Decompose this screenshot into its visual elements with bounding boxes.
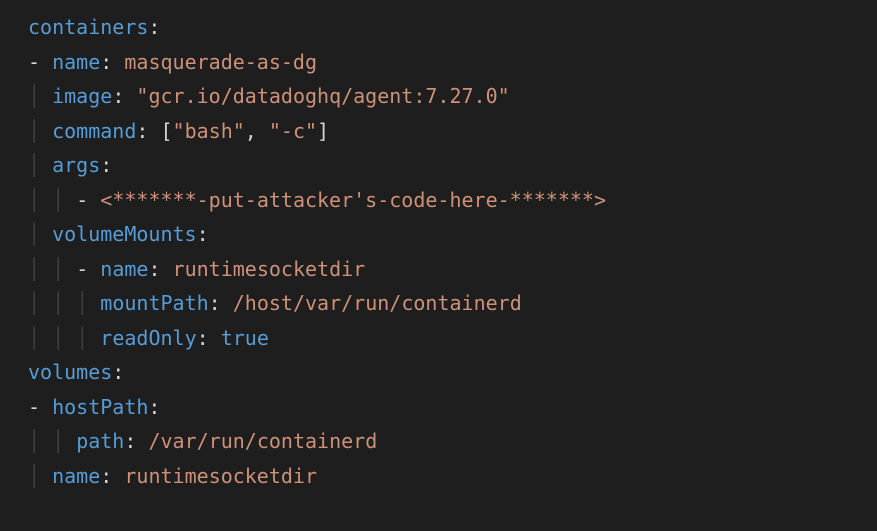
key-containers: containers bbox=[28, 15, 148, 39]
key-volumeMounts: volumeMounts bbox=[52, 222, 197, 246]
value-image: "gcr.io/datadoghq/agent:7.27.0" bbox=[136, 84, 509, 108]
value-arg-0: <*******-put-attacker's-code-here-******… bbox=[100, 188, 606, 212]
line: - hostPath: bbox=[28, 395, 160, 419]
line: │ │ - name: runtimesocketdir bbox=[28, 257, 365, 281]
line: │ │ │ readOnly: true bbox=[28, 326, 269, 350]
key-command: command bbox=[52, 119, 136, 143]
value-vol-name: runtimesocketdir bbox=[124, 464, 317, 488]
line: │ │ - <*******-put-attacker's-code-here-… bbox=[28, 188, 606, 212]
value-container-name: masquerade-as-dg bbox=[124, 50, 317, 74]
line: │ args: bbox=[28, 153, 112, 177]
value-command-0: "bash" bbox=[173, 119, 245, 143]
key-image: image bbox=[52, 84, 112, 108]
value-hostPath-path: /var/run/containerd bbox=[148, 429, 377, 453]
line: │ command: ["bash", "-c"] bbox=[28, 119, 329, 143]
line: volumes: bbox=[28, 360, 124, 384]
key-name: name bbox=[52, 50, 100, 74]
key-vol-name: name bbox=[52, 464, 100, 488]
key-args: args bbox=[52, 153, 100, 177]
key-volumes: volumes bbox=[28, 360, 112, 384]
line: │ │ │ mountPath: /host/var/run/container… bbox=[28, 291, 522, 315]
line: │ │ path: /var/run/containerd bbox=[28, 429, 377, 453]
line: - name: masquerade-as-dg bbox=[28, 50, 317, 74]
line: │ name: runtimesocketdir bbox=[28, 464, 317, 488]
yaml-code-block: containers: - name: masquerade-as-dg │ i… bbox=[0, 0, 877, 493]
value-command-1: "-c" bbox=[269, 119, 317, 143]
key-mountPath: mountPath bbox=[100, 291, 208, 315]
value-vm-name: runtimesocketdir bbox=[173, 257, 366, 281]
line: containers: bbox=[28, 15, 160, 39]
key-readOnly: readOnly bbox=[100, 326, 196, 350]
value-readOnly: true bbox=[221, 326, 269, 350]
line: │ image: "gcr.io/datadoghq/agent:7.27.0" bbox=[28, 84, 510, 108]
key-vm-name: name bbox=[100, 257, 148, 281]
line: │ volumeMounts: bbox=[28, 222, 209, 246]
value-mountPath: /host/var/run/containerd bbox=[233, 291, 522, 315]
key-hostPath: hostPath bbox=[52, 395, 148, 419]
key-path: path bbox=[76, 429, 124, 453]
